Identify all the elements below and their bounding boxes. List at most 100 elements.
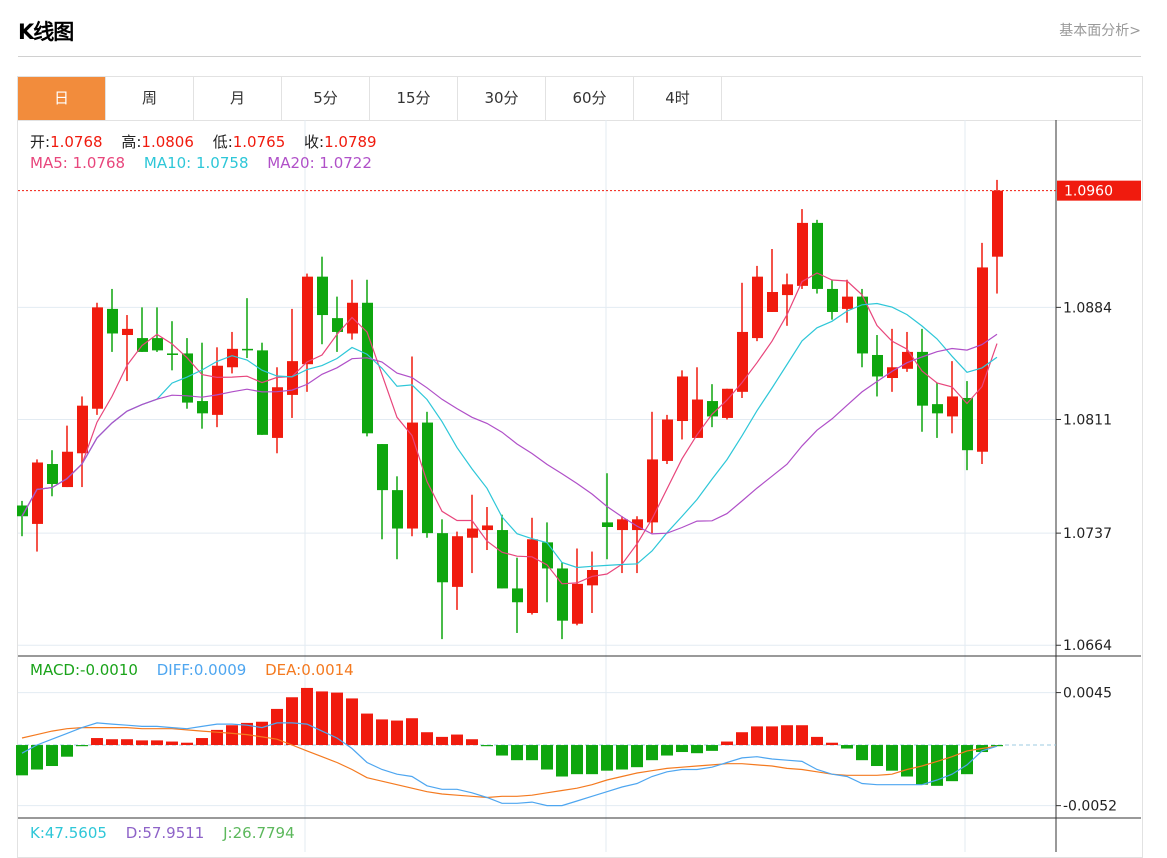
candle-body [227,348,238,368]
macd-bar [496,745,508,756]
candle-body [932,404,943,414]
macd-legend: MACD:-0.0010 DIFF:0.0009 DEA:0.0014 [30,661,368,679]
candlestick [152,307,163,352]
macd-bar [676,745,688,753]
candlestick [542,522,553,603]
candlestick [602,473,613,560]
candlestick [92,302,103,415]
kline-chart[interactable]: 1.0884 1.0811 1.0737 1.0664 0.0045 -0.0052 1.0… [0,0,1167,852]
dea-line [21,726,998,799]
candlestick [77,396,88,488]
macd-bar [511,745,523,761]
macd-bar [361,713,373,746]
candlestick [812,219,823,294]
candle-body [917,351,928,406]
macd-bar [226,725,238,746]
candlestick [962,381,973,471]
candle-body [752,276,763,339]
candle-body [962,397,973,451]
candle-body [527,539,538,613]
diff-value: 0.0009 [193,661,247,679]
candle-body [842,296,853,309]
candle-body [677,376,688,422]
macd-bar [316,691,328,746]
macd-label: MACD: [30,661,81,679]
candlestick [902,331,913,372]
macd-bar [751,726,763,746]
macd-bar [766,726,778,746]
candle-body [512,588,523,603]
macd-bar [856,745,868,761]
macd-bar [661,745,673,756]
macd-bar [481,745,493,747]
d-label: D: [125,824,143,842]
macd-bar [526,745,538,761]
macd-bar [691,745,703,754]
candle-body [377,444,388,491]
macd-bar [16,745,28,776]
price-axis-label: 1.0737 [1063,526,1112,542]
candlestick [422,411,433,538]
macd-bar [91,738,103,746]
candlestick [977,242,988,465]
macd-bar [31,745,43,770]
high-label: 高: [121,133,142,151]
macd-bar [826,742,838,746]
macd-bar [796,725,808,746]
macd-bar [451,734,463,746]
low-value: 1.0765 [232,133,286,151]
k-label: K: [30,824,45,842]
macd-bar [76,745,88,747]
candle-body [797,222,808,286]
price-axis-label: 1.0664 [1063,638,1112,654]
candle-body [317,276,328,316]
macd-bar [706,745,718,751]
macd-bar [136,740,148,746]
macd-bar [571,745,583,775]
macd-bar [346,698,358,746]
candlestick [227,331,238,374]
candle-body [827,288,838,312]
candle-body [692,399,703,438]
candlestick [872,335,883,397]
candlestick [857,288,868,368]
close-value: 1.0789 [324,133,377,151]
candlestick [452,531,463,610]
diff-line [21,722,998,807]
candlestick [932,382,943,438]
ma5-line [21,272,998,585]
candle-body [392,490,403,529]
k-value: 47.5605 [44,824,107,842]
low-label: 低: [212,133,233,151]
j-label: J: [223,824,233,842]
candle-body [782,284,793,296]
candlestick [587,551,598,613]
macd-axis-label: 0.0045 [1063,686,1112,702]
macd-bar [961,745,973,775]
candle-body [467,528,478,538]
candle-body [617,519,628,531]
candle-body [647,459,658,523]
candle-body [32,462,43,524]
macd-bar [286,697,298,746]
candlestick [107,288,118,352]
macd-bar [46,745,58,767]
candlestick [332,296,343,352]
candle-body [662,419,673,461]
candle-body [482,525,493,531]
ma20-line [21,333,998,535]
macd-bar [376,719,388,746]
dea-label: DEA: [265,661,302,679]
candlestick [842,279,853,323]
candlestick [317,256,328,345]
macd-bar [151,740,163,746]
macd-bar [781,725,793,746]
candle-body [602,522,613,527]
price-axis-label: 1.0811 [1063,412,1112,428]
d-value: 57.9511 [142,824,205,842]
candle-body [872,354,883,377]
candlestick [827,279,838,320]
candlestick [17,500,28,537]
macd-bar [121,739,133,746]
candlestick [722,388,733,420]
